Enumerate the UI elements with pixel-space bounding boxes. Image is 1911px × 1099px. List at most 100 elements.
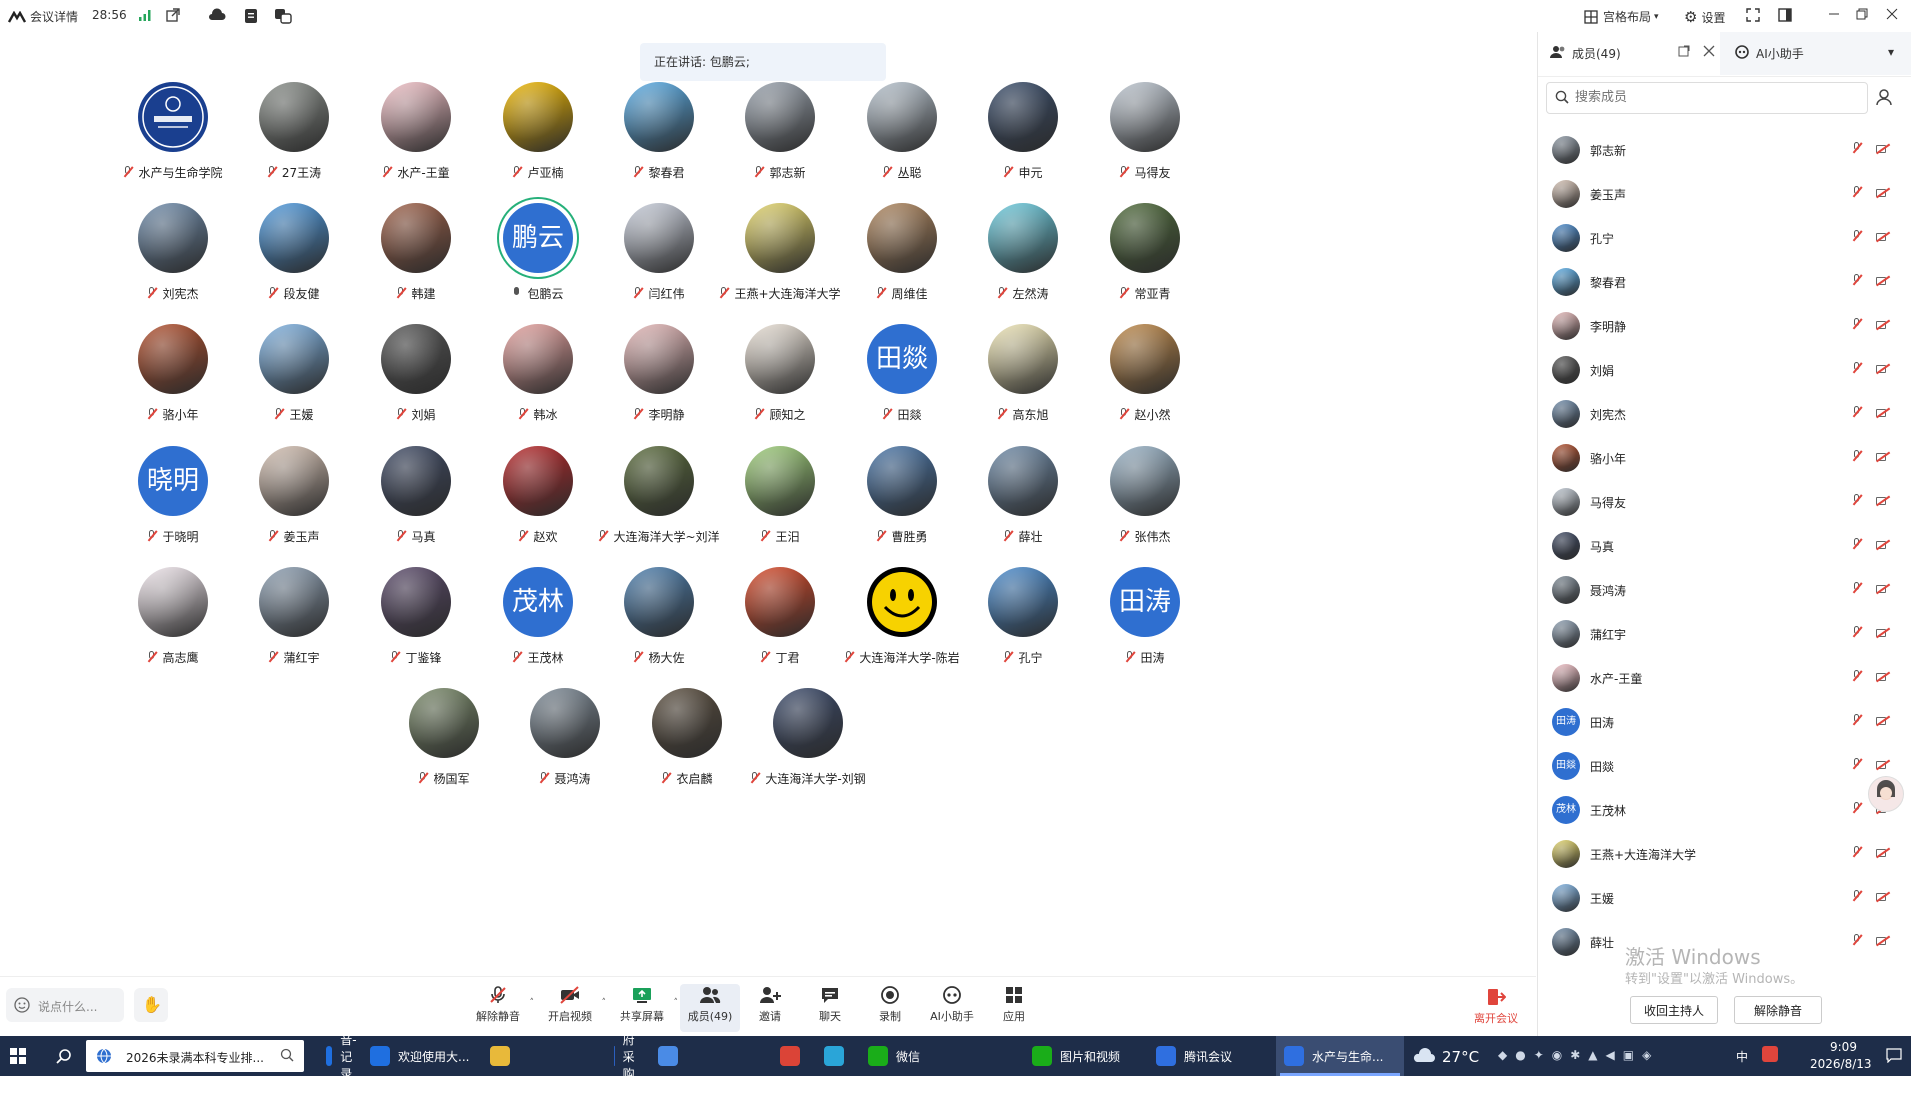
member-settings-icon[interactable] xyxy=(1876,88,1894,109)
mic-muted-icon[interactable] xyxy=(1852,890,1862,902)
camera-off-icon[interactable] xyxy=(1876,364,1890,374)
member-row[interactable]: 马真 xyxy=(1546,528,1902,568)
taskbar-app[interactable] xyxy=(482,1036,598,1076)
camera-off-icon[interactable] xyxy=(1876,276,1890,286)
member-row[interactable]: 黎春君 xyxy=(1546,264,1902,304)
sidebar-toggle-icon[interactable] xyxy=(1778,8,1792,22)
mic-muted-icon[interactable] xyxy=(1852,758,1862,770)
participant-tile[interactable]: 常亚青 xyxy=(1071,203,1219,343)
member-row[interactable]: 孔宁 xyxy=(1546,220,1902,260)
chevron-up-icon[interactable]: ˄ xyxy=(602,998,607,1008)
mic-muted-icon[interactable] xyxy=(1852,318,1862,330)
unmute-all-button[interactable]: 解除静音 xyxy=(1734,996,1822,1024)
taskbar-app[interactable]: 腾讯会议 xyxy=(1148,1036,1272,1076)
participant-tile[interactable]: 大连海洋大学-刘钢 xyxy=(734,688,882,828)
taskbar-search-box[interactable]: 2026未录满本科专业排... xyxy=(86,1040,304,1072)
member-list[interactable]: 郭志新 姜玉声 孔宁 黎春君 李明静 刘娟 刘宪杰 骆小年 马得友 马真 聂鸿涛 蒲红宇 水产-王童 田涛… xyxy=(1538,122,1911,992)
mic-muted-icon[interactable] xyxy=(1852,582,1862,594)
member-search[interactable] xyxy=(1546,82,1868,114)
camera-off-icon[interactable] xyxy=(1876,188,1890,198)
leave-meeting-button[interactable]: 离开会议 xyxy=(1466,984,1526,1032)
meeting-info-button[interactable]: 会议详情 xyxy=(7,8,78,25)
mic-muted-icon[interactable] xyxy=(1852,230,1862,242)
quick-chat-input[interactable]: 说点什么... xyxy=(6,988,124,1022)
taskbar-app[interactable]: 抖音-记录美... xyxy=(318,1016,364,1098)
mic-muted-icon[interactable] xyxy=(1852,714,1862,726)
toolbar-button-record[interactable]: 录制 xyxy=(860,984,920,1032)
ime-s-icon[interactable] xyxy=(1762,1046,1778,1062)
taskbar-app[interactable]: 欢迎使用大... xyxy=(362,1036,478,1076)
member-row[interactable]: 田涛 田涛 xyxy=(1546,704,1902,744)
weather-temp[interactable]: 27°C xyxy=(1442,1048,1479,1066)
restore-icon[interactable] xyxy=(1856,8,1868,20)
taskbar-search-icon[interactable] xyxy=(56,1036,72,1076)
popout-members-icon[interactable] xyxy=(1678,45,1690,57)
member-search-input[interactable] xyxy=(1573,89,1857,106)
mic-muted-icon[interactable] xyxy=(1852,406,1862,418)
toolbar-button-ai-assistant[interactable]: AI小助手 xyxy=(922,984,982,1032)
mic-muted-icon[interactable] xyxy=(1852,494,1862,506)
notes-icon[interactable] xyxy=(244,8,258,24)
mic-muted-icon[interactable] xyxy=(1852,670,1862,682)
member-row[interactable]: 骆小年 xyxy=(1546,440,1902,480)
minimize-icon[interactable] xyxy=(1828,8,1840,20)
floating-assistant-avatar[interactable] xyxy=(1868,776,1904,812)
camera-off-icon[interactable] xyxy=(1876,716,1890,726)
member-row[interactable]: 王媛 xyxy=(1546,880,1902,920)
mic-muted-icon[interactable] xyxy=(1852,186,1862,198)
clock-date[interactable]: 2026/8/13 xyxy=(1810,1057,1872,1071)
signal-icon[interactable] xyxy=(138,8,152,22)
camera-off-icon[interactable] xyxy=(1876,452,1890,462)
camera-off-icon[interactable] xyxy=(1876,232,1890,242)
taskbar-app[interactable] xyxy=(650,1036,766,1076)
mic-muted-icon[interactable] xyxy=(1852,538,1862,550)
reclaim-host-button[interactable]: 收回主持人 xyxy=(1630,996,1718,1024)
taskbar-app[interactable]: 图片和视频 xyxy=(1024,1036,1144,1076)
notification-icon[interactable] xyxy=(1886,1047,1902,1066)
taskbar-app[interactable]: 水产与生命... xyxy=(1276,1036,1404,1076)
mic-muted-icon[interactable] xyxy=(1852,846,1862,858)
tray-icons[interactable]: ◆●✦◉✱▲◀▣◈ xyxy=(1498,1048,1659,1062)
close-icon[interactable] xyxy=(1886,8,1898,20)
mic-muted-icon[interactable] xyxy=(1852,142,1862,154)
member-row[interactable]: 刘宪杰 xyxy=(1546,396,1902,436)
close-members-icon[interactable] xyxy=(1703,45,1715,57)
taskbar-app[interactable] xyxy=(772,1036,812,1076)
camera-off-icon[interactable] xyxy=(1876,540,1890,550)
member-row[interactable]: 刘娟 xyxy=(1546,352,1902,392)
toolbar-button-mic-muted[interactable]: 解除静音 ˄ xyxy=(468,984,534,1032)
chevron-up-icon[interactable]: ˄ xyxy=(530,998,535,1008)
participant-tile[interactable]: 赵小然 xyxy=(1071,324,1219,464)
camera-off-icon[interactable] xyxy=(1876,892,1890,902)
settings-button[interactable]: ⚙ 设置 xyxy=(1684,8,1725,26)
chevron-up-icon[interactable]: ˄ xyxy=(674,998,679,1008)
mic-muted-icon[interactable] xyxy=(1852,626,1862,638)
camera-off-icon[interactable] xyxy=(1876,584,1890,594)
camera-off-icon[interactable] xyxy=(1876,936,1890,946)
taskbar-app[interactable]: 微信 xyxy=(860,1036,1020,1076)
member-row[interactable]: 聂鸿涛 xyxy=(1546,572,1902,612)
clock-time[interactable]: 9:09 xyxy=(1830,1040,1857,1054)
camera-off-icon[interactable] xyxy=(1876,848,1890,858)
translate-icon[interactable] xyxy=(274,8,292,24)
camera-off-icon[interactable] xyxy=(1876,496,1890,506)
tab-members[interactable]: 成员(49) xyxy=(1550,45,1621,62)
participant-tile[interactable]: 马得友 xyxy=(1071,82,1219,222)
member-row[interactable]: 王燕+大连海洋大学 xyxy=(1546,836,1902,876)
chevron-down-icon[interactable]: ▾ xyxy=(1888,45,1894,59)
camera-off-icon[interactable] xyxy=(1876,628,1890,638)
raise-hand-button[interactable]: ✋ xyxy=(134,988,168,1022)
toolbar-button-apps[interactable]: 应用 xyxy=(984,984,1044,1032)
fullscreen-icon[interactable] xyxy=(1746,8,1760,22)
windows-start-icon[interactable] xyxy=(10,1036,26,1076)
mic-muted-icon[interactable] xyxy=(1852,802,1862,814)
toolbar-button-members[interactable]: 成员(49) xyxy=(680,984,740,1032)
camera-off-icon[interactable] xyxy=(1876,760,1890,770)
taskbar-app[interactable] xyxy=(816,1036,856,1076)
mic-muted-icon[interactable] xyxy=(1852,450,1862,462)
camera-off-icon[interactable] xyxy=(1876,672,1890,682)
mic-muted-icon[interactable] xyxy=(1852,362,1862,374)
popout-icon[interactable] xyxy=(166,8,180,22)
layout-dropdown[interactable]: 宫格布局 ▾ xyxy=(1584,8,1659,25)
ime-indicator[interactable]: 中 xyxy=(1736,1048,1748,1065)
